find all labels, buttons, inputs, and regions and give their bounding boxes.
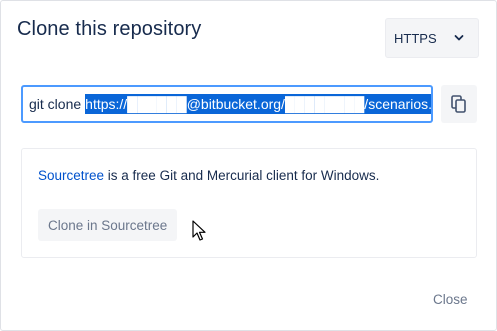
sourcetree-panel: Sourcetree is a free Git and Mercurial c… (21, 148, 477, 258)
chevron-down-icon (454, 35, 464, 41)
copy-button[interactable] (441, 85, 477, 123)
clone-in-sourcetree-label: Clone in Sourcetree (48, 217, 168, 233)
sourcetree-description-text: is a free Git and Mercurial client for W… (104, 168, 380, 183)
clone-command-field[interactable]: git clone https://██████@bitbucket.org/█… (21, 85, 433, 123)
clone-url-selected: https://██████@bitbucket.org/████████/sc… (85, 94, 431, 114)
dialog-title: Clone this repository (17, 18, 202, 40)
sourcetree-link[interactable]: Sourcetree (38, 168, 104, 183)
clone-command-prefix: git clone (29, 96, 82, 112)
clone-dialog: Clone this repository HTTPS git clone ht… (0, 0, 497, 331)
clone-in-sourcetree-button[interactable]: Clone in Sourcetree (38, 209, 178, 241)
copy-icon (451, 95, 466, 113)
close-button[interactable]: Close (433, 292, 468, 307)
protocol-selected-value: HTTPS (394, 30, 437, 46)
protocol-select[interactable]: HTTPS (385, 18, 479, 58)
mouse-pointer-icon (192, 220, 206, 241)
sourcetree-description: Sourcetree is a free Git and Mercurial c… (38, 168, 379, 183)
